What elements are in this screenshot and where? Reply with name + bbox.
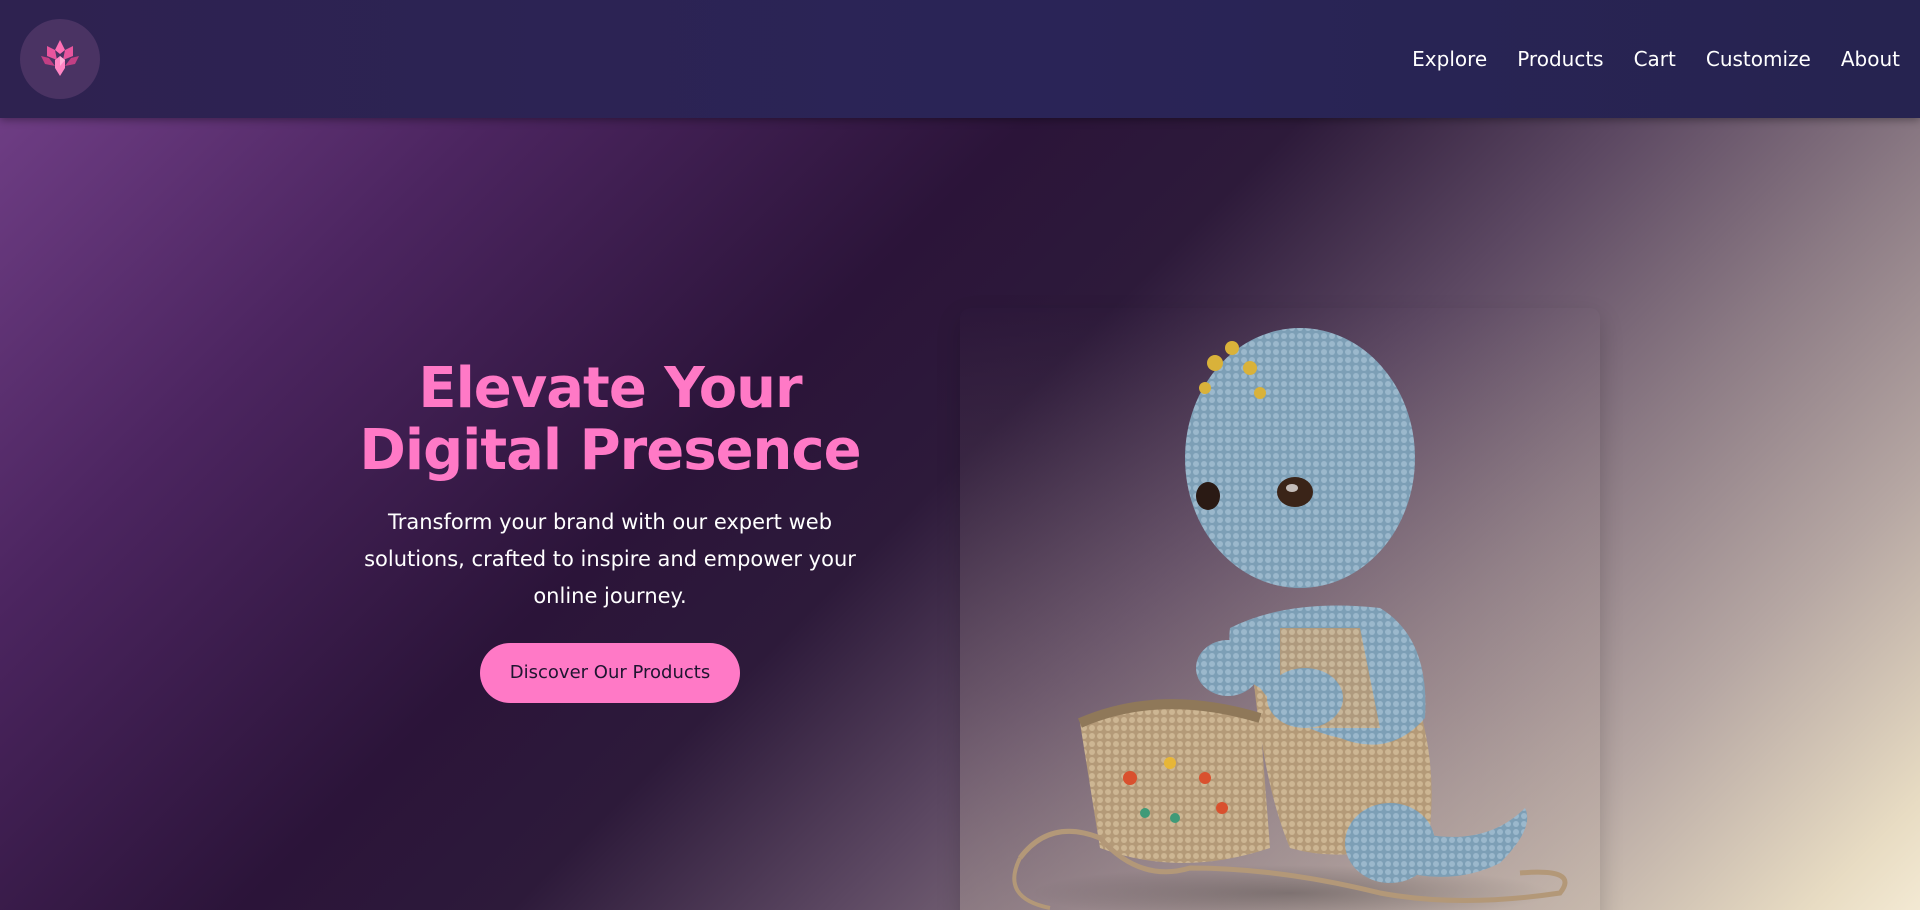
- logo[interactable]: [20, 19, 100, 99]
- nav-about[interactable]: About: [1841, 47, 1900, 71]
- crochet-doll-image: [1012, 328, 1568, 910]
- nav-products[interactable]: Products: [1517, 47, 1603, 71]
- site-header: Explore Products Cart Customize About: [0, 0, 1920, 118]
- nav-explore[interactable]: Explore: [1412, 47, 1487, 71]
- hero-text-block: Elevate Your Digital Presence Transform …: [330, 358, 890, 703]
- nav-customize[interactable]: Customize: [1706, 47, 1811, 71]
- hero-title: Elevate Your Digital Presence: [359, 356, 861, 483]
- crystal-lotus-logo-icon: [41, 40, 79, 76]
- nav-cart[interactable]: Cart: [1634, 47, 1676, 71]
- hero-subtitle: Transform your brand with our expert web…: [364, 510, 856, 608]
- hero-section: Elevate Your Digital Presence Transform …: [0, 118, 1920, 910]
- discover-products-button[interactable]: Discover Our Products: [479, 643, 741, 703]
- hero-image-card: [960, 308, 1600, 910]
- page: Explore Products Cart Customize About El…: [0, 0, 1920, 910]
- main-nav: Explore Products Cart Customize About: [1412, 47, 1900, 71]
